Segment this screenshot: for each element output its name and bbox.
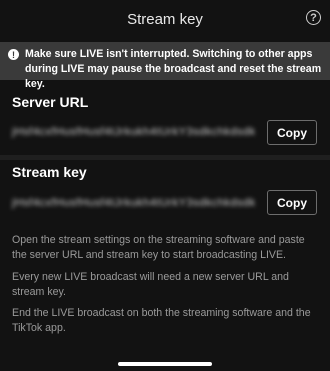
stream-key-value: jHsf4cxfHusfHusf4tJrkukh4tUrkY3sdkchkdsd… xyxy=(12,197,256,209)
copy-server-url-button[interactable]: Copy xyxy=(267,120,317,145)
page-title: Stream key xyxy=(127,10,203,28)
server-url-label: Server URL xyxy=(12,94,89,110)
copy-stream-key-button[interactable]: Copy xyxy=(267,190,317,215)
section-divider xyxy=(0,155,330,160)
home-indicator[interactable] xyxy=(118,362,212,366)
help-icon[interactable]: ? xyxy=(306,10,321,25)
instruction-new-key: Every new LIVE broadcast will need a new… xyxy=(12,271,289,298)
warning-banner: ! Make sure LIVE isn't interrupted. Swit… xyxy=(0,42,330,90)
instruction-paste-settings: Open the stream settings on the streamin… xyxy=(12,234,305,261)
top-bar: Stream key ? xyxy=(0,0,330,38)
stream-key-label: Stream key xyxy=(12,164,87,180)
info-icon: ! xyxy=(8,49,19,60)
warning-banner-text: Make sure LIVE isn't interrupted. Switch… xyxy=(25,48,322,90)
server-url-value: jHsf4cxfHusfHusf4tJrkukh4tUrkY3sdkchkdsd… xyxy=(12,126,256,138)
instruction-end-live: End the LIVE broadcast on both the strea… xyxy=(12,307,311,334)
